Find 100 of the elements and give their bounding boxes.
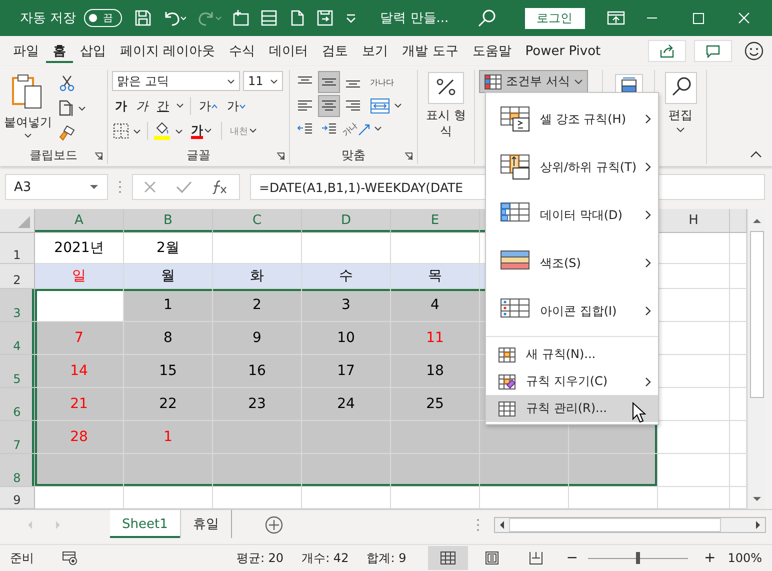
cut-icon[interactable] — [58, 74, 76, 92]
copy-icon[interactable] — [58, 99, 88, 117]
count-readout[interactable]: 개수: 42 — [302, 550, 349, 566]
save-icon[interactable] — [134, 9, 152, 27]
ribbon-tab[interactable]: Power Pivot — [518, 36, 608, 66]
caret-icon[interactable] — [203, 128, 213, 134]
page-icon[interactable] — [484, 551, 500, 565]
row-header[interactable]: 4 — [0, 322, 35, 355]
login-button[interactable]: 로그인 — [524, 8, 585, 28]
align-lines-icon[interactable] — [321, 99, 337, 113]
format-painter-icon[interactable] — [58, 124, 76, 142]
percent-icon[interactable] — [428, 72, 464, 104]
row-header[interactable]: 2 — [0, 264, 35, 289]
page-break-icon[interactable] — [528, 551, 544, 565]
add-sheet-icon[interactable] — [264, 515, 284, 535]
menu-item[interactable]: 규칙 관리(R)... — [486, 395, 658, 422]
insert-function-icon[interactable] — [211, 180, 230, 194]
row-header[interactable]: 9 — [0, 487, 35, 509]
caret-icon[interactable] — [676, 127, 685, 133]
vertical-scrollbar[interactable] — [747, 209, 765, 509]
diagonal-arrow-icon[interactable] — [358, 122, 384, 136]
menu-item[interactable]: 아이콘 집합(I) — [486, 287, 658, 335]
caret-down-icon[interactable] — [239, 104, 246, 108]
scroll-thumb[interactable] — [509, 518, 721, 532]
new-sheet-icon[interactable] — [232, 9, 250, 27]
caret-icon[interactable] — [574, 78, 583, 84]
grow-font-button[interactable]: 가 — [196, 97, 221, 115]
column-header[interactable]: D — [302, 209, 391, 233]
sum-readout[interactable]: 합계: 9 — [366, 550, 406, 566]
bold-button[interactable]: 가 — [112, 97, 130, 115]
menu-item[interactable]: 새 규칙(N)... — [486, 341, 658, 368]
average-readout[interactable]: 평균: 20 — [236, 550, 284, 566]
scroll-thumb[interactable] — [750, 231, 764, 398]
caret-icon[interactable] — [227, 78, 235, 84]
menu-item[interactable]: 상위/하위 규칙(T) — [486, 143, 658, 191]
table-icon[interactable] — [260, 9, 278, 27]
ribbon-tab[interactable]: 개발 도구 — [395, 36, 466, 66]
editing-button[interactable]: 편집 — [659, 70, 702, 164]
menu-item[interactable]: 데이터 막대(D) — [486, 191, 658, 239]
paste-button[interactable]: 붙여넣기 — [4, 70, 52, 146]
row-header[interactable]: 1 — [0, 233, 35, 264]
ribbon-display-icon[interactable] — [606, 10, 625, 26]
name-box[interactable]: A3 — [5, 174, 108, 200]
dialog-launcher-icon[interactable] — [276, 152, 285, 161]
zoom-out-button[interactable]: − — [566, 550, 578, 566]
font-size-field[interactable]: 11 — [243, 71, 283, 91]
smiley-icon[interactable] — [744, 41, 764, 61]
macro-record-icon[interactable] — [62, 551, 78, 565]
ribbon-tab[interactable]: 검토 — [315, 36, 356, 66]
ribbon-tab[interactable]: 페이지 레이아웃 — [113, 36, 222, 66]
orientation-button[interactable]: 가나 — [342, 122, 410, 136]
caret-icon[interactable] — [23, 133, 33, 139]
caret-icon[interactable] — [89, 184, 99, 190]
italic-button[interactable]: 가 — [133, 97, 151, 115]
menu-item[interactable]: 셀 강조 규칙(H) — [486, 95, 658, 143]
layout-icon[interactable] — [316, 9, 334, 27]
ribbon-tab[interactable]: 파일 — [6, 36, 46, 66]
sheet-tab[interactable]: Sheet1 — [110, 510, 181, 538]
ribbon-tab[interactable]: 수식 — [222, 36, 262, 66]
row-header[interactable]: 3 — [0, 289, 35, 322]
horizontal-scrollbar[interactable] — [494, 517, 766, 533]
shrink-font-button[interactable]: 가 — [224, 97, 249, 115]
autosave-toggle[interactable]: 끔 — [84, 9, 122, 27]
font-name-field[interactable]: 맑은 고딕 — [112, 71, 240, 91]
font-color-button[interactable]: 가 — [188, 122, 216, 140]
grid-icon[interactable] — [440, 551, 456, 565]
zoom-thumb[interactable] — [636, 552, 640, 564]
fill-color-icon[interactable] — [153, 121, 185, 141]
grid-icon[interactable] — [484, 74, 502, 90]
merge-icon[interactable] — [370, 98, 404, 114]
dialog-launcher-icon[interactable] — [94, 152, 103, 161]
collapse-ribbon-icon[interactable] — [750, 150, 762, 158]
comments-button[interactable] — [694, 40, 732, 62]
column-header[interactable]: A — [35, 209, 124, 233]
ribbon-tab[interactable]: 홈 — [46, 36, 73, 66]
caret-icon[interactable] — [270, 78, 278, 84]
zoom-level[interactable]: 100% — [728, 551, 762, 565]
underline-button[interactable]: 간 — [154, 97, 172, 115]
column-header[interactable]: H — [658, 209, 730, 233]
normal-view-button[interactable] — [428, 546, 468, 570]
borders-icon[interactable] — [112, 122, 142, 140]
menu-item[interactable]: 규칙 지우기(C) — [486, 368, 658, 395]
align-lines-icon[interactable] — [297, 99, 313, 113]
zoom-in-button[interactable]: + — [704, 550, 716, 566]
row-header[interactable]: 6 — [0, 388, 35, 421]
ribbon-tab[interactable]: 삽입 — [73, 36, 113, 66]
column-header[interactable]: B — [124, 209, 213, 233]
number-format-button[interactable]: 표시 형식 — [422, 70, 470, 164]
alignment-button[interactable] — [318, 71, 340, 93]
wrap-text-button[interactable]: 가나다 — [370, 78, 394, 86]
alignment-button[interactable] — [318, 95, 340, 117]
ribbon-tab[interactable]: 데이터 — [262, 36, 316, 66]
conditional-formatting-button[interactable]: 조건부 서식 — [479, 70, 588, 93]
comment-icon[interactable] — [705, 44, 721, 58]
ribbon-tab[interactable]: 도움말 — [465, 36, 518, 66]
indent-icon[interactable] — [297, 122, 313, 136]
ribbon-tab[interactable]: 보기 — [355, 36, 396, 66]
share-button[interactable] — [648, 40, 686, 62]
row-header[interactable]: 8 — [0, 454, 35, 487]
column-header[interactable]: E — [391, 209, 480, 233]
